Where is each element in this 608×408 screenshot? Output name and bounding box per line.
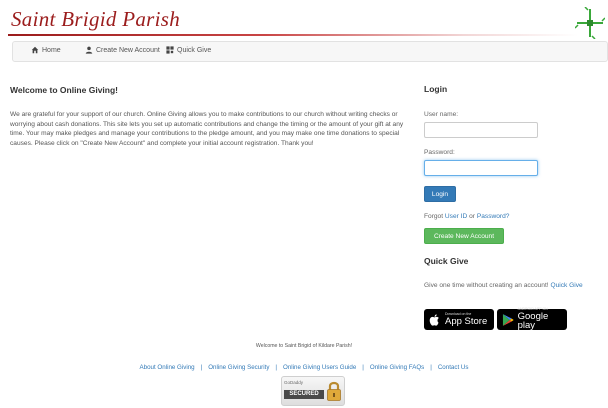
google-play-badge[interactable]: ANDROID APP ON Google play	[497, 308, 567, 332]
create-account-button[interactable]: Create New Account	[424, 228, 504, 244]
quick-give-text: Give one time without creating an accoun…	[424, 282, 549, 289]
nav-quick-give-label: Quick Give	[177, 46, 212, 54]
nav-home-label: Home	[42, 46, 61, 54]
footer-separator: |	[200, 364, 203, 371]
footer-link-users-guide[interactable]: Online Giving Users Guide	[283, 364, 356, 371]
seal-secured-text: SECURED	[284, 390, 324, 399]
forgot-or: or	[469, 213, 475, 220]
security-seal[interactable]: GoDaddy SECURED	[281, 376, 345, 406]
app-store-badge[interactable]: Download on the App Store	[424, 309, 494, 330]
password-input[interactable]	[424, 160, 538, 176]
top-navbar: Home Create New Account Quick Give	[12, 41, 608, 62]
nav-create-account-label: Create New Account	[96, 46, 160, 54]
padlock-icon	[327, 381, 341, 401]
google-play-big-text: Google play	[517, 310, 549, 332]
forgot-credentials: Forgot User ID or Password?	[424, 213, 509, 220]
welcome-paragraph: We are grateful for your support of our …	[10, 111, 404, 147]
app-store-big-text: App Store	[445, 315, 488, 327]
username-label: User name:	[424, 111, 459, 118]
forgot-userid-link[interactable]: User ID	[445, 213, 467, 220]
nav-home-link[interactable]: Home	[31, 46, 61, 54]
footer-link-security[interactable]: Online Giving Security	[208, 364, 269, 371]
login-heading: Login	[424, 84, 448, 94]
welcome-heading: Welcome to Online Giving!	[10, 85, 118, 95]
password-label: Password:	[424, 149, 455, 156]
qrcode-icon	[166, 46, 174, 54]
user-icon	[85, 46, 93, 54]
username-input[interactable]	[424, 122, 538, 138]
footer-separator: |	[275, 364, 278, 371]
brand-underline	[8, 34, 578, 36]
apple-icon	[429, 313, 439, 326]
quick-give-link[interactable]: Quick Give	[550, 282, 582, 289]
site-header: Saint Brigid Parish	[0, 0, 608, 40]
quick-give-heading: Quick Give	[424, 256, 469, 266]
nav-quick-give-link[interactable]: Quick Give	[166, 46, 211, 54]
footer-welcome-text: Welcome to Saint Brigid of Kildare Paris…	[255, 343, 353, 349]
login-button[interactable]: Login	[424, 186, 456, 202]
google-play-icon	[502, 313, 514, 326]
nav-create-account-link[interactable]: Create New Account	[85, 46, 160, 54]
footer-separator: |	[362, 364, 364, 371]
home-icon	[31, 46, 39, 54]
st-brigid-cross-icon	[575, 7, 605, 39]
quick-give-description: Give one time without creating an accoun…	[424, 282, 583, 289]
seal-brand-text: GoDaddy	[284, 380, 304, 385]
footer-link-faqs[interactable]: Online Giving FAQs	[370, 364, 424, 371]
footer-links: About Online Giving | Online Giving Securi…	[0, 364, 608, 371]
forgot-password-link[interactable]: Password?	[477, 213, 510, 220]
brand-title[interactable]: Saint Brigid Parish	[11, 7, 180, 32]
footer-link-about[interactable]: About Online Giving	[140, 364, 195, 371]
footer-link-contact[interactable]: Contact Us	[438, 364, 469, 371]
footer-separator: |	[430, 364, 432, 371]
forgot-prefix: Forgot	[424, 213, 444, 220]
